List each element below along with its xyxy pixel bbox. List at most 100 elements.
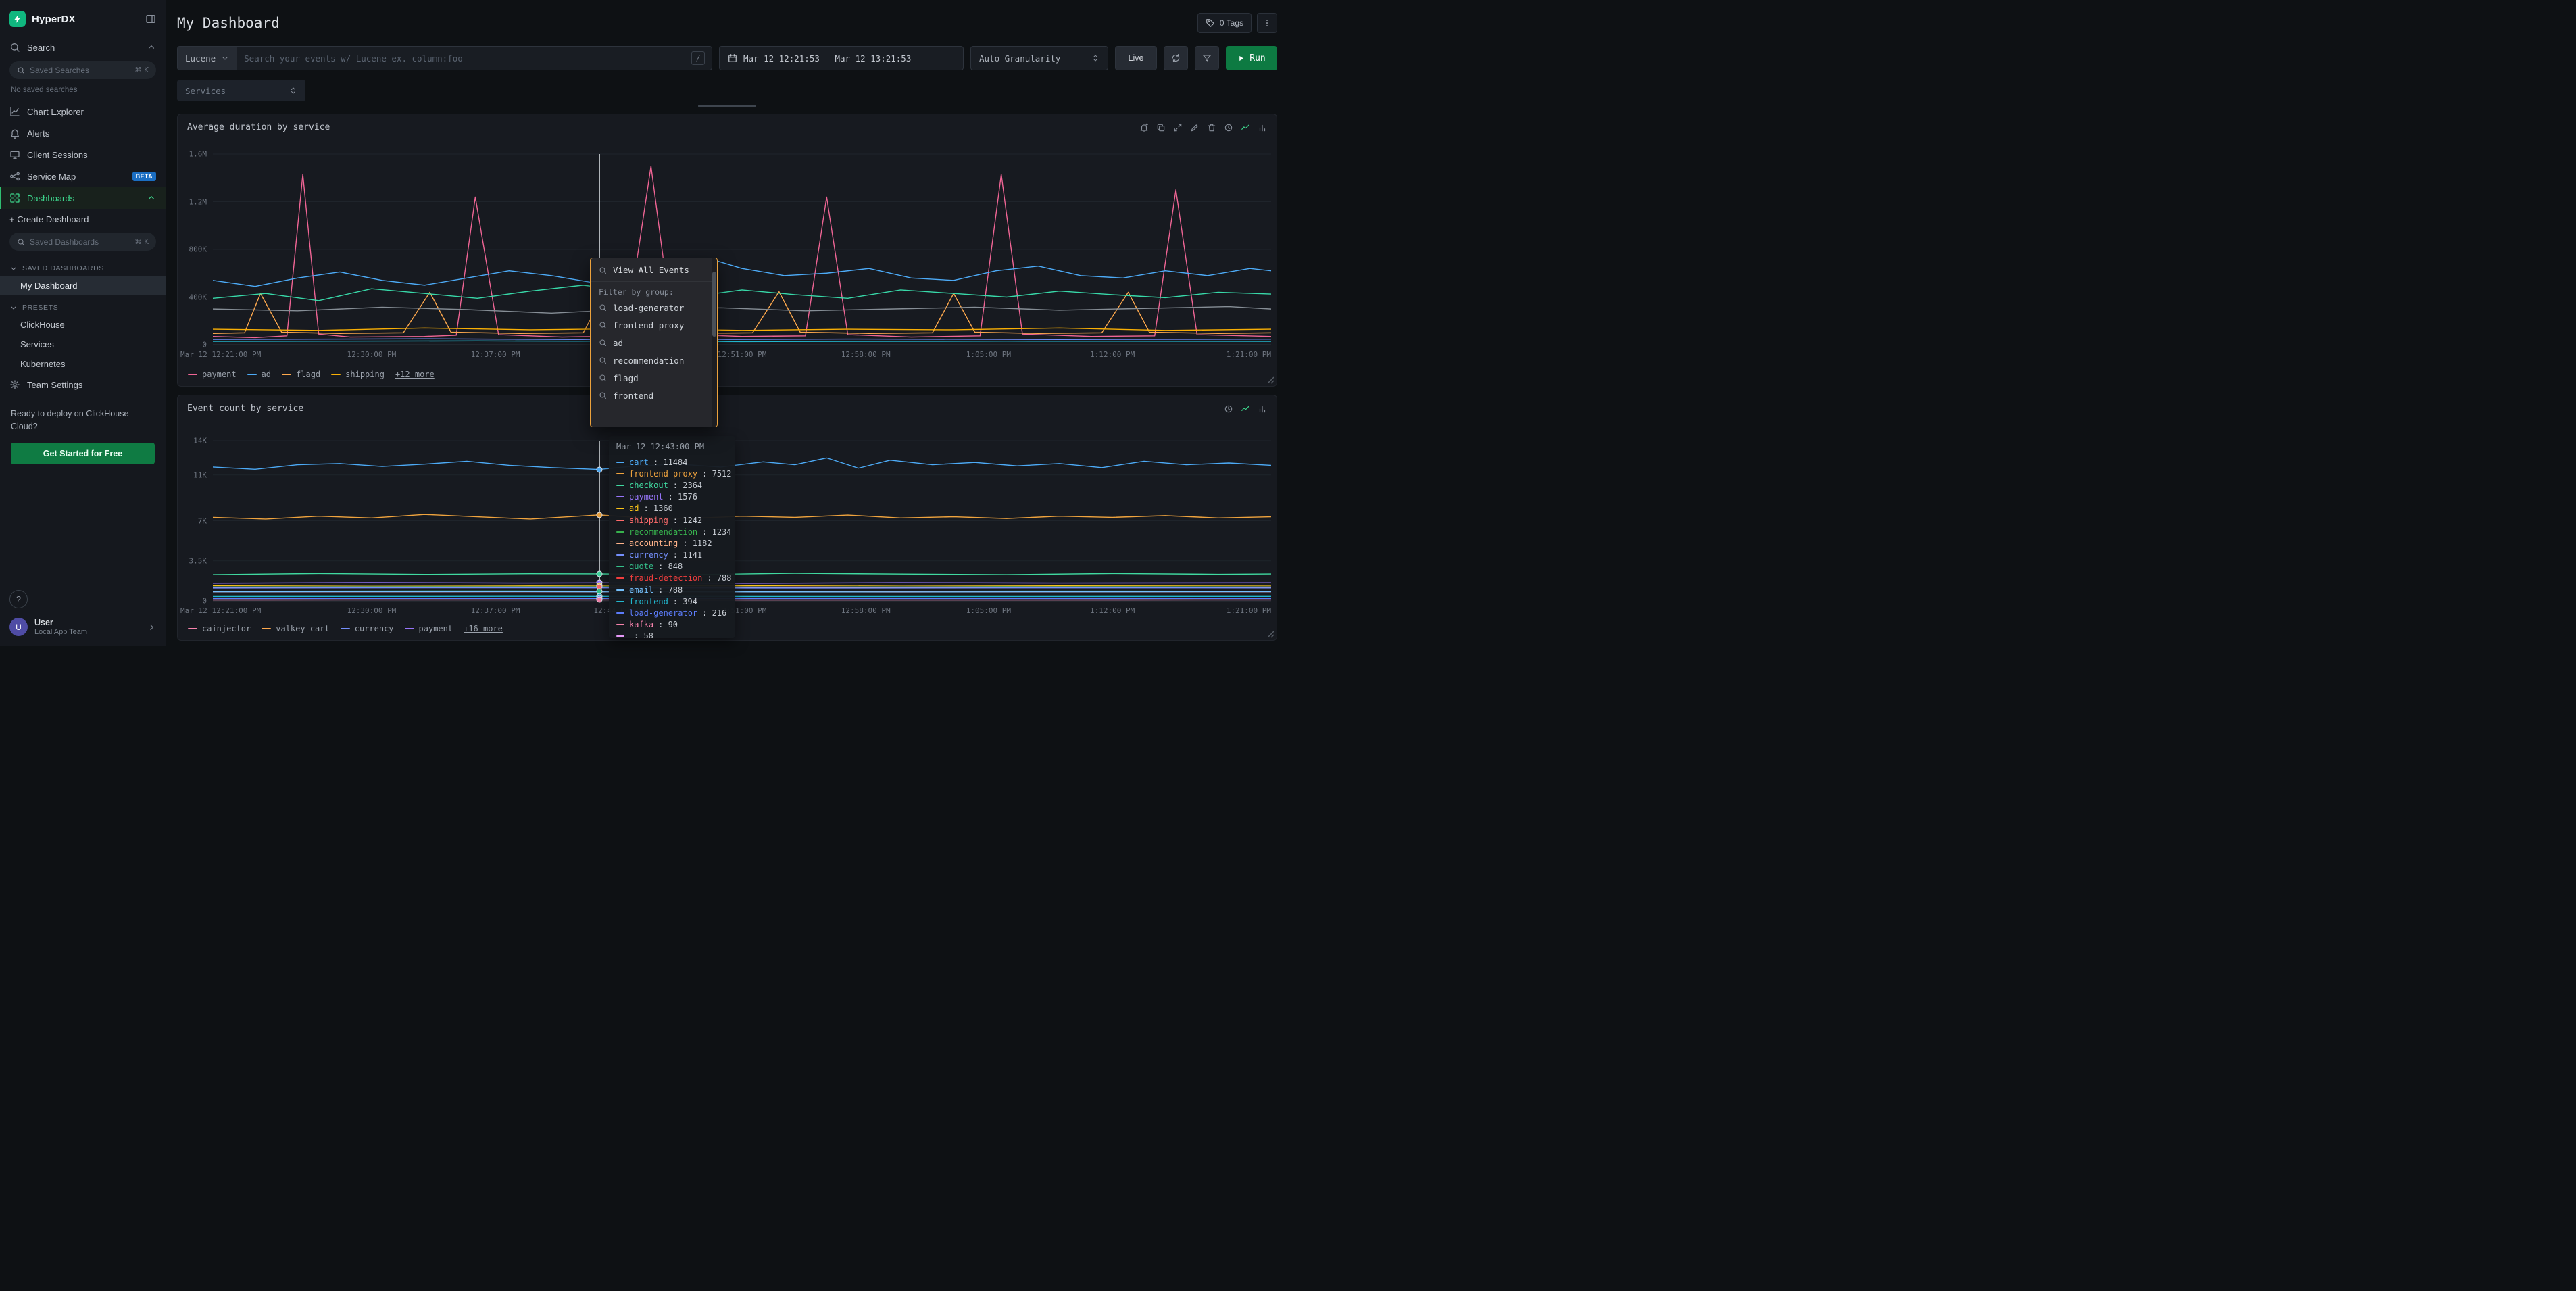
legend-item[interactable]: payment [188,370,237,379]
filter-popup-list: load-generatorfrontend-proxyadrecommenda… [591,299,717,404]
filter-popup-item[interactable]: load-generator [591,299,717,316]
sidebar-item-search[interactable]: Search [0,36,166,58]
legend-item[interactable]: shipping [331,370,385,379]
bar-chart-toggle-icon[interactable] [1258,123,1267,132]
help-icon[interactable]: ? [9,590,28,608]
section-label-text: SAVED DASHBOARDS [22,264,104,272]
tooltip-row: currency: 1141 [616,550,728,561]
language-select-value: Lucene [185,53,216,64]
legend-item[interactable]: payment [405,624,453,633]
legend-item[interactable]: ad [247,370,271,379]
user-name: User [34,618,87,627]
chevron-up-icon [147,193,156,203]
saved-searches-input[interactable]: Saved Searches ⌘ K [9,61,156,79]
legend-item[interactable]: cainjector [188,624,251,633]
granularity-select[interactable]: Auto Granularity [970,46,1108,70]
legend-item[interactable]: valkey-cart [262,624,329,633]
filter-popup-item[interactable]: frontend-proxy [591,316,717,334]
filter-popup-item[interactable]: ad [591,334,717,351]
resize-grip[interactable] [1267,376,1274,384]
chart-plot-avg-duration[interactable]: 0400K800K1.2M1.6M Mar 12 12:21:00 PM12:3… [213,154,1271,345]
chart-plot-event-count[interactable]: 03.5K7K11K14K Mar 12 12:21:00 PM12:30:00… [213,441,1271,601]
tooltip-row: payment: 1576 [616,491,728,503]
filter-popup-item[interactable]: recommendation [591,351,717,369]
event-search-placeholder: Search your events w/ Lucene ex. column:… [244,53,463,64]
tooltip-row: accounting: 1182 [616,537,728,549]
create-dashboard-button[interactable]: + Create Dashboard [0,209,166,230]
slash-shortcut-hint: / [691,51,705,65]
sidebar-item-alerts[interactable]: Alerts [0,122,166,144]
legend-more-link[interactable]: +16 more [464,624,503,633]
chevron-down-icon [9,303,18,312]
user-team: Local App Team [34,628,87,636]
monitor-icon [9,149,20,160]
view-all-events-button[interactable]: View All Events [591,258,717,282]
filter-button[interactable] [1195,46,1219,70]
view-all-events-label: View All Events [613,265,689,275]
refresh-button[interactable] [1164,46,1188,70]
history-clock-icon[interactable] [1224,123,1233,132]
app-root: HyperDX Search Saved Searches ⌘ K No sav… [0,0,1288,646]
date-range-picker[interactable]: Mar 12 12:21:53 - Mar 12 13:21:53 [719,46,964,70]
logo-row: HyperDX [0,7,166,36]
sidebar-item-service-map[interactable]: Service Map BETA [0,166,166,187]
run-button[interactable]: Run [1226,46,1277,70]
scrollbar-handle[interactable] [698,105,756,107]
sidebar-item-team-settings[interactable]: Team Settings [0,374,166,395]
edit-pencil-icon[interactable] [1190,123,1199,132]
live-button[interactable]: Live [1115,46,1157,70]
alert-bell-plus-icon[interactable] [1139,123,1149,132]
sidebar-item-kubernetes[interactable]: Kubernetes [0,354,166,374]
legend-more-link[interactable]: +12 more [395,370,435,379]
language-select[interactable]: Lucene [177,46,237,70]
delete-trash-icon[interactable] [1207,123,1216,132]
tooltip-row: : 58 [616,631,728,638]
history-clock-icon[interactable] [1224,404,1233,414]
chart-title: Average duration by service [187,122,330,132]
bar-chart-toggle-icon[interactable] [1258,404,1267,414]
sidebar-item-dashboards[interactable]: Dashboards [0,187,166,209]
presets-section[interactable]: PRESETS [0,295,166,315]
dots-vertical-icon [1262,18,1272,28]
event-search-input[interactable]: Search your events w/ Lucene ex. column:… [237,46,712,70]
sidebar-item-client-sessions[interactable]: Client Sessions [0,144,166,166]
sidebar-item-my-dashboard[interactable]: My Dashboard [0,276,166,295]
no-saved-searches-note: No saved searches [0,84,166,101]
popup-scrollbar-thumb[interactable] [712,272,716,337]
sidebar-item-chart-explorer[interactable]: Chart Explorer [0,101,166,122]
services-select[interactable]: Services [177,80,305,101]
sidebar-item-services[interactable]: Services [0,335,166,354]
more-options-button[interactable] [1257,13,1277,33]
create-dashboard-label: + Create Dashboard [9,214,89,224]
x-axis: Mar 12 12:21:00 PM12:30:00 PM12:37:00 PM… [213,606,1271,616]
play-icon [1237,55,1245,62]
user-menu[interactable]: U User Local App Team [9,608,156,637]
saved-dashboards-input[interactable]: Saved Dashboards ⌘ K [9,233,156,251]
saved-dashboards-placeholder: Saved Dashboards [30,237,99,247]
expand-icon[interactable] [1173,123,1183,132]
legend-item[interactable]: flagd [282,370,320,379]
sidebar-collapse-icon[interactable] [145,14,156,24]
search-icon [9,42,20,53]
legend-item[interactable]: currency [341,624,394,633]
popup-scrollbar-track[interactable] [712,258,717,427]
resize-grip[interactable] [1267,631,1274,638]
x-axis: Mar 12 12:21:00 PM12:30:00 PM12:37:00 PM… [213,350,1271,360]
sidebar-item-clickhouse[interactable]: ClickHouse [0,315,166,335]
hyperdx-logo-icon [9,11,26,27]
tags-button[interactable]: 0 Tags [1197,13,1252,33]
get-started-button[interactable]: Get Started for Free [11,443,155,464]
duplicate-icon[interactable] [1156,123,1166,132]
filter-popup-item[interactable]: flagd [591,369,717,387]
sidebar-item-label: Chart Explorer [27,107,84,117]
service-map-icon [9,171,20,182]
granularity-value: Auto Granularity [979,53,1060,64]
series-marker [596,597,602,603]
saved-dashboards-section[interactable]: SAVED DASHBOARDS [0,256,166,276]
chart-title: Event count by service [187,404,303,414]
line-chart-toggle-icon[interactable] [1241,404,1250,414]
line-chart-toggle-icon[interactable] [1241,123,1250,132]
tooltip-row: frontend-proxy: 7512 [616,468,728,479]
filter-popup-item[interactable]: frontend [591,387,717,404]
tooltip-row: load-generator: 216 [616,607,728,618]
